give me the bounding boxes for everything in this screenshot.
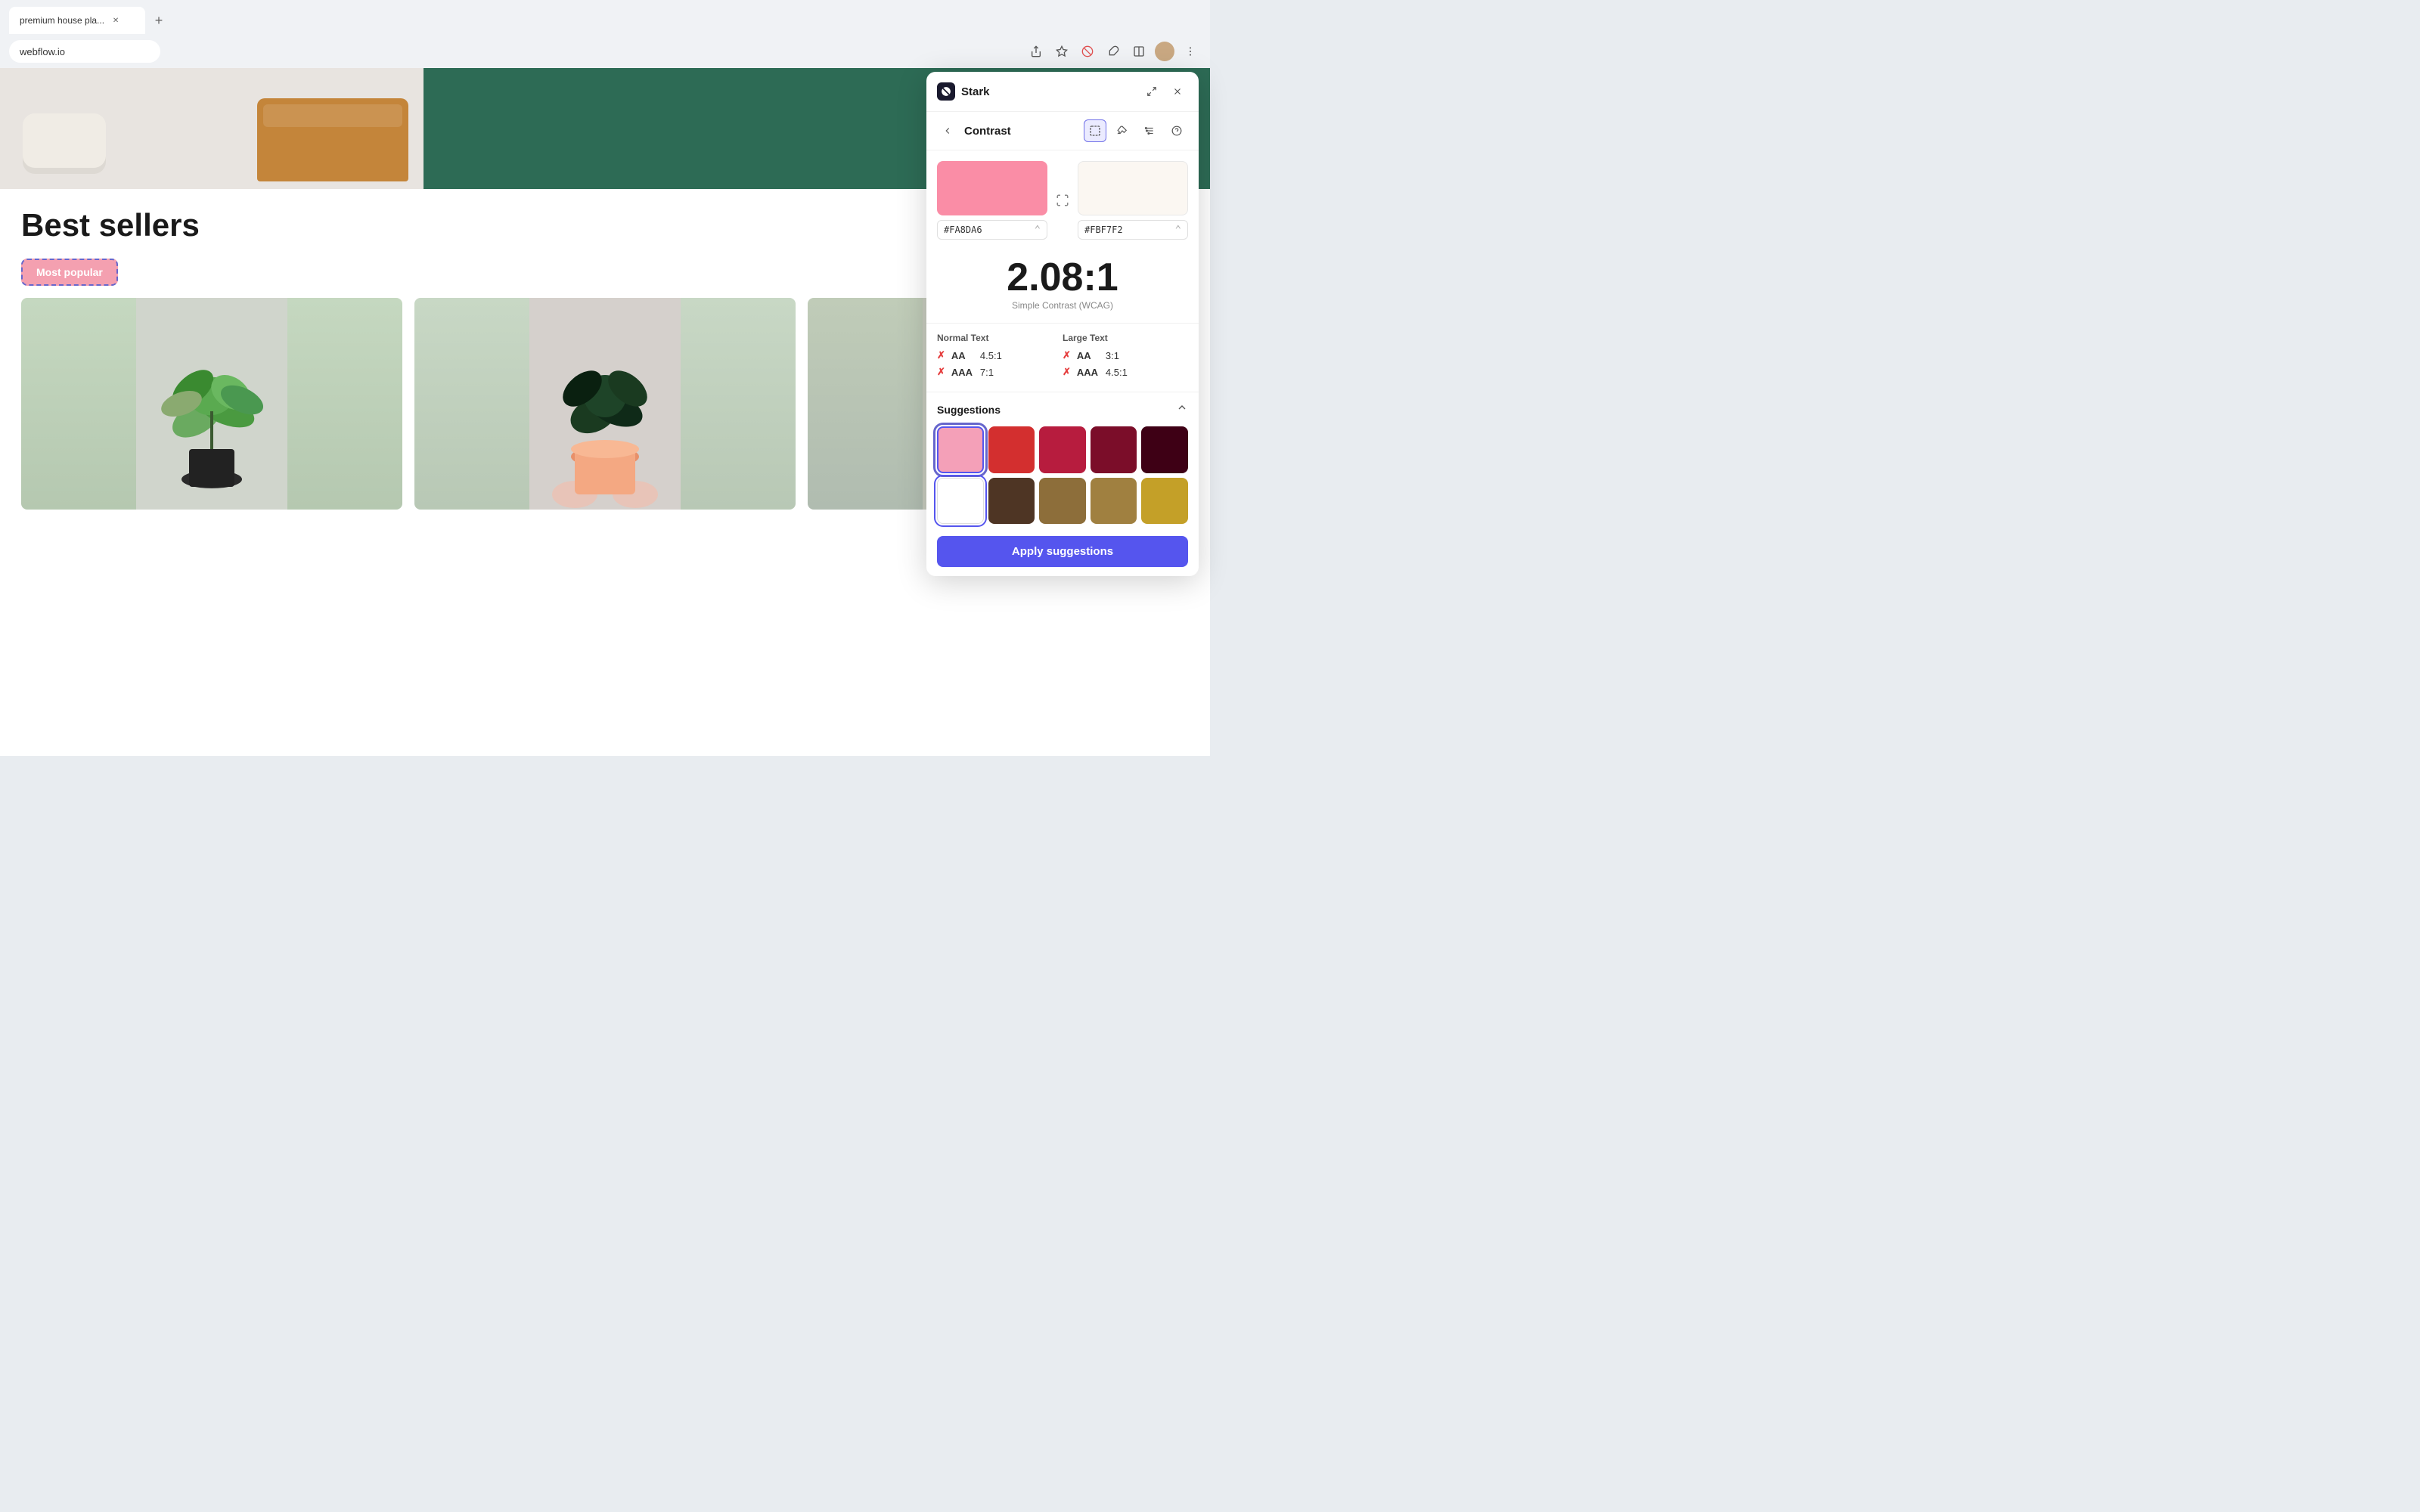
wcag-large-aaa-ratio: 4.5:1 [1106, 367, 1128, 378]
contrast-ratio-section: 2.08:1 Simple Contrast (WCAG) [926, 250, 1199, 324]
suggestions-section: Suggestions Apply suggestions [926, 392, 1199, 576]
more-options-icon[interactable] [1180, 41, 1201, 62]
tab-close-button[interactable]: ✕ [110, 15, 121, 26]
browser-toolbar-icons [1025, 41, 1201, 62]
color2-hex-value: #FBF7F2 [1084, 225, 1123, 235]
suggestion-color-6[interactable] [937, 478, 984, 525]
contrast-title: Contrast [937, 120, 1011, 141]
color2-value-input[interactable]: #FBF7F2 ⌃ [1078, 220, 1188, 240]
share-icon[interactable] [1025, 41, 1047, 62]
color2-swatch[interactable] [1078, 161, 1188, 215]
bookmark-icon[interactable] [1051, 41, 1072, 62]
wcag-normal-aa-ratio: 4.5:1 [980, 350, 1002, 361]
active-tab[interactable]: premium house pla... ✕ [9, 7, 145, 34]
back-button[interactable] [937, 120, 958, 141]
stark-header-actions [1141, 81, 1188, 102]
wcag-large-aa-row: ✗ AA 3:1 [1063, 349, 1188, 361]
wcag-normal-text-header: Normal Text [937, 333, 1063, 343]
suggestion-color-9[interactable] [1091, 478, 1137, 525]
wcag-large-aaa-fail-icon: ✗ [1063, 366, 1071, 378]
ottoman [23, 113, 106, 174]
url-input[interactable]: webflow.io [9, 40, 160, 63]
color-swatches-area: #FA8DA6 ⌃ #FBF7F2 ⌃ [926, 150, 1199, 250]
select-tool-button[interactable] [1084, 119, 1106, 142]
settings-tool-button[interactable] [1138, 119, 1161, 142]
hero-left [0, 68, 424, 189]
wcag-large-aa-ratio: 3:1 [1106, 350, 1119, 361]
product-card-2[interactable] [414, 298, 796, 510]
stark-toolbar-icon[interactable] [1077, 41, 1098, 62]
suggestion-color-1[interactable] [937, 426, 984, 473]
close-button[interactable] [1167, 81, 1188, 102]
stark-panel-header: Stark [926, 72, 1199, 112]
tab-title: premium house pla... [20, 15, 104, 26]
suggestion-color-4[interactable] [1091, 426, 1137, 473]
suggestions-title: Suggestions [937, 404, 1001, 416]
color1-container: #FA8DA6 ⌃ [937, 161, 1047, 240]
wcag-large-aaa-row: ✗ AAA 4.5:1 [1063, 366, 1188, 378]
stark-logo-text: Stark [961, 85, 990, 98]
wcag-normal-aaa-label: AAA [951, 367, 974, 378]
suggestions-toggle-button[interactable] [1176, 401, 1188, 417]
address-bar: webflow.io [0, 35, 1210, 68]
contrast-title-text: Contrast [964, 125, 1011, 138]
product-card-1[interactable] [21, 298, 402, 510]
sofa [257, 98, 408, 181]
wcag-normal-aa-fail-icon: ✗ [937, 349, 945, 361]
split-screen-icon[interactable] [1128, 41, 1150, 62]
wcag-normal-aaa-row: ✗ AAA 7:1 [937, 366, 1063, 378]
stark-logo-icon [937, 82, 955, 101]
wcag-large-aa-label: AA [1077, 350, 1100, 361]
stark-logo: Stark [937, 82, 990, 101]
wcag-normal-text-col: Normal Text ✗ AA 4.5:1 ✗ AAA 7:1 [937, 333, 1063, 383]
suggestion-color-5[interactable] [1141, 426, 1188, 473]
contrast-method-label: Simple Contrast (WCAG) [937, 300, 1188, 311]
wcag-normal-aaa-ratio: 7:1 [980, 367, 994, 378]
suggestions-color-grid [937, 426, 1188, 524]
suggestions-header: Suggestions [937, 401, 1188, 417]
tab-bar: premium house pla... ✕ + [0, 0, 1210, 35]
color2-container: #FBF7F2 ⌃ [1078, 161, 1188, 240]
suggestion-color-3[interactable] [1039, 426, 1086, 473]
wcag-large-text-col: Large Text ✗ AA 3:1 ✗ AAA 4.5:1 [1063, 333, 1188, 383]
extensions-icon[interactable] [1103, 41, 1124, 62]
wcag-normal-aa-label: AA [951, 350, 974, 361]
swap-colors-button[interactable] [1052, 190, 1073, 211]
color1-value-input[interactable]: #FA8DA6 ⌃ [937, 220, 1047, 240]
color1-swatch[interactable] [937, 161, 1047, 215]
most-popular-badge[interactable]: Most popular [21, 259, 118, 286]
contrast-ratio-value: 2.08:1 [937, 258, 1188, 297]
browser-chrome: premium house pla... ✕ + webflow.io [0, 0, 1210, 68]
wcag-large-text-header: Large Text [1063, 333, 1188, 343]
contrast-tools [1084, 119, 1188, 142]
minimize-button[interactable] [1141, 81, 1162, 102]
new-tab-button[interactable]: + [148, 10, 169, 31]
suggestion-color-7[interactable] [988, 478, 1035, 525]
wcag-table: Normal Text ✗ AA 4.5:1 ✗ AAA 7:1 Large T… [926, 324, 1199, 392]
wcag-large-aa-fail-icon: ✗ [1063, 349, 1071, 361]
contrast-nav: Contrast [926, 112, 1199, 150]
help-tool-button[interactable] [1165, 119, 1188, 142]
apply-suggestions-button[interactable]: Apply suggestions [937, 536, 1188, 567]
avatar-image [1155, 42, 1174, 61]
suggestion-color-2[interactable] [988, 426, 1035, 473]
suggestion-color-8[interactable] [1039, 478, 1086, 525]
url-text: webflow.io [20, 46, 65, 57]
wcag-normal-aaa-fail-icon: ✗ [937, 366, 945, 378]
stark-panel: Stark Contrast [926, 72, 1199, 576]
color1-hex-value: #FA8DA6 [944, 225, 982, 235]
eyedropper-tool-button[interactable] [1111, 119, 1134, 142]
wcag-large-aaa-label: AAA [1077, 367, 1100, 378]
wcag-normal-aa-row: ✗ AA 4.5:1 [937, 349, 1063, 361]
suggestion-color-10[interactable] [1141, 478, 1188, 525]
user-avatar[interactable] [1154, 41, 1175, 62]
